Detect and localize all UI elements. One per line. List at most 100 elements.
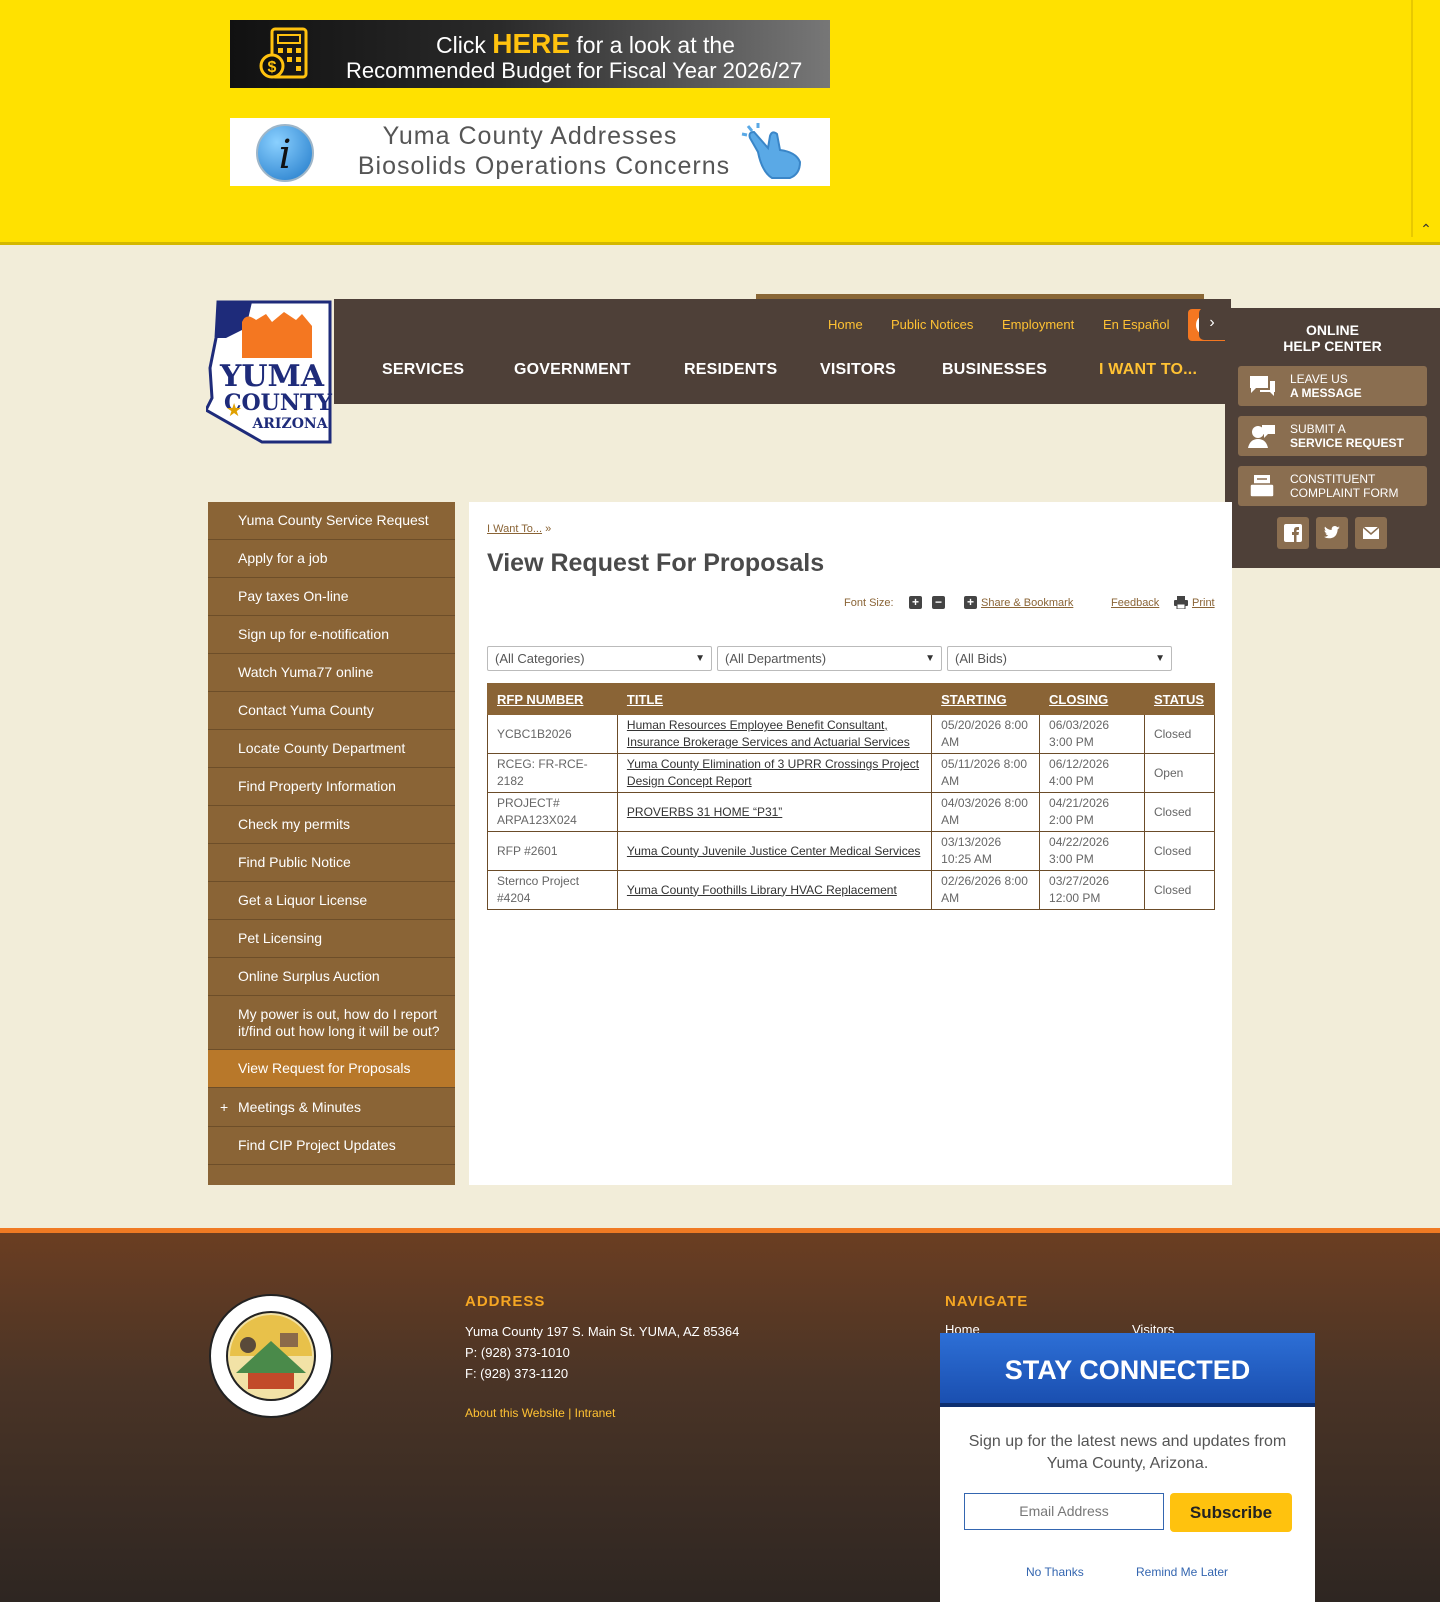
rfp-title-link[interactable]: Yuma County Foothills Library HVAC Repla… — [616, 870, 933, 910]
submit-service-request-button[interactable]: SUBMIT A SERVICE REQUEST — [1238, 416, 1427, 456]
sidebar-item-e-notification[interactable]: Sign up for e-notification — [208, 616, 455, 654]
print-link[interactable]: Print — [1192, 597, 1215, 609]
phone-text: P: (928) 373-1010 — [465, 1345, 570, 1360]
sidebar-item-label: Meetings & Minutes — [238, 1098, 361, 1115]
top-banner: ⌃ $ Click HERE for a look at the Recomme… — [0, 0, 1440, 245]
closing-cell: 04/21/2026 2:00 PM — [1039, 792, 1145, 832]
starting-cell: 02/26/2026 8:00 AM — [931, 870, 1041, 910]
rfp-title-link[interactable]: Yuma County Elimination of 3 UPRR Crossi… — [616, 753, 933, 793]
rfp-title-link[interactable]: Human Resources Employee Benefit Consult… — [616, 714, 933, 754]
rfp-number-cell: YCBC1B2026 — [487, 714, 618, 754]
twitter-icon[interactable] — [1316, 517, 1348, 549]
sidebar-item-service-request[interactable]: Yuma County Service Request — [208, 502, 455, 540]
feedback-link[interactable]: Feedback — [1111, 597, 1159, 609]
sidebar-item-contact[interactable]: Contact Yuma County — [208, 692, 455, 730]
sidebar-item-locate-department[interactable]: Locate County Department — [208, 730, 455, 768]
column-header-closing[interactable]: CLOSING — [1039, 683, 1145, 715]
rfp-title-link[interactable]: PROVERBS 31 HOME “P31” — [616, 792, 933, 832]
department-select[interactable]: (All Departments) ▼ — [717, 646, 942, 671]
closing-cell: 03/27/2026 12:00 PM — [1039, 870, 1145, 910]
sidebar-item-watch-yuma77[interactable]: Watch Yuma77 online — [208, 654, 455, 692]
chevron-down-icon: ▼ — [695, 653, 705, 664]
complaint-form-button[interactable]: CONSTITUENT COMPLAINT FORM — [1238, 466, 1427, 506]
status-cell: Closed — [1143, 714, 1216, 754]
column-header-rfp-number[interactable]: RFP NUMBER — [487, 683, 618, 715]
column-header-status[interactable]: STATUS — [1143, 683, 1216, 715]
sidebar-item-view-rfp[interactable]: View Request for Proposals — [208, 1050, 455, 1088]
about-website-link[interactable]: About this Website — [465, 1406, 565, 1420]
table-row: RFP #2601 Yuma County Juvenile Justice C… — [487, 831, 1216, 871]
chevron-right-icon[interactable]: › — [1199, 308, 1225, 340]
expand-plus-icon[interactable]: + — [220, 1099, 228, 1116]
util-link-public-notices[interactable]: Public Notices — [891, 317, 973, 332]
sidebar-item-power-outage[interactable]: My power is out, how do I report it/find… — [208, 996, 455, 1050]
nav-government[interactable]: GOVERNMENT — [514, 361, 631, 379]
sidebar-item-pet-licensing[interactable]: Pet Licensing — [208, 920, 455, 958]
sidebar-item-apply-job[interactable]: Apply for a job — [208, 540, 455, 578]
share-plus-icon: + — [964, 596, 977, 609]
leave-message-button[interactable]: LEAVE US A MESSAGE — [1238, 366, 1427, 406]
status-cell: Closed — [1143, 831, 1216, 871]
nav-i-want-to[interactable]: I WANT TO... — [1099, 361, 1197, 379]
no-thanks-link[interactable]: No Thanks — [1026, 1565, 1084, 1579]
facebook-icon[interactable] — [1277, 517, 1309, 549]
printer-icon[interactable] — [1174, 596, 1188, 609]
sidebar-item-property-info[interactable]: Find Property Information — [208, 768, 455, 806]
sidebar-item-liquor-license[interactable]: Get a Liquor License — [208, 882, 455, 920]
budget-promo-line1: Click HERE for a look at the — [436, 28, 735, 59]
footer-link-separator: | — [568, 1406, 572, 1420]
budget-promo-link[interactable]: $ Click HERE for a look at the Recommend… — [230, 20, 830, 88]
table-row: PROJECT# ARPA123X024 PROVERBS 31 HOME “P… — [487, 792, 1216, 832]
stay-connected-popup: STAY CONNECTED Sign up for the latest ne… — [940, 1333, 1315, 1602]
sidebar-item-cip-updates[interactable]: Find CIP Project Updates — [208, 1127, 455, 1165]
bids-select[interactable]: (All Bids) ▼ — [947, 646, 1172, 671]
email-icon[interactable] — [1355, 517, 1387, 549]
support-person-icon — [1248, 425, 1275, 448]
rfp-number-cell: Sternco Project #4204 — [487, 870, 618, 910]
page-title: View Request For Proposals — [487, 549, 825, 577]
closing-cell: 06/12/2026 4:00 PM — [1039, 753, 1145, 793]
util-link-employment[interactable]: Employment — [1002, 317, 1074, 332]
sidebar-item-surplus-auction[interactable]: Online Surplus Auction — [208, 958, 455, 996]
yuma-county-logo[interactable]: YUMA COUNTY ARIZONA ★ — [206, 298, 334, 446]
email-input[interactable]: Email Address — [964, 1493, 1164, 1530]
star-icon: ★ — [226, 400, 242, 420]
breadcrumb-link-i-want-to[interactable]: I Want To... — [487, 523, 542, 535]
share-bookmark-link[interactable]: Share & Bookmark — [981, 597, 1073, 609]
status-cell: Closed — [1143, 870, 1216, 910]
table-row: RCEG: FR-RCE-2182 Yuma County Eliminatio… — [487, 753, 1216, 793]
nav-businesses[interactable]: BUSINESSES — [942, 361, 1047, 379]
sidebar-item-public-notice[interactable]: Find Public Notice — [208, 844, 455, 882]
chevron-up-icon[interactable]: ⌃ — [1416, 219, 1436, 239]
breadcrumb-separator: » — [545, 523, 552, 535]
column-header-starting[interactable]: STARTING — [931, 683, 1041, 715]
document-form-icon — [1249, 475, 1275, 498]
status-cell: Open — [1143, 753, 1216, 793]
column-header-title[interactable]: TITLE — [616, 683, 933, 715]
banner-divider — [1411, 0, 1413, 237]
fax-text: F: (928) 373-1120 — [465, 1366, 569, 1381]
util-link-espanol[interactable]: En Español — [1103, 317, 1170, 332]
biosolids-promo-link[interactable]: i Yuma County Addresses Biosolids Operat… — [230, 118, 830, 186]
rfp-title-link[interactable]: Yuma County Juvenile Justice Center Medi… — [616, 831, 933, 871]
starting-cell: 04/03/2026 8:00 AM — [931, 792, 1041, 832]
category-select[interactable]: (All Categories) ▼ — [487, 646, 712, 671]
help-center-title: ONLINE HELP CENTER — [1283, 322, 1382, 354]
font-decrease-button[interactable]: − — [932, 596, 945, 609]
util-link-home[interactable]: Home — [828, 317, 863, 332]
remind-later-link[interactable]: Remind Me Later — [1136, 1565, 1228, 1579]
logo-text-arizona: ARIZONA — [251, 416, 328, 432]
font-increase-button[interactable]: + — [909, 596, 922, 609]
nav-residents[interactable]: RESIDENTS — [684, 361, 777, 379]
nav-services[interactable]: SERVICES — [382, 361, 464, 379]
subscribe-button[interactable]: Subscribe — [1170, 1493, 1292, 1532]
main-content: I Want To... » View Request For Proposal… — [469, 502, 1232, 1185]
intranet-link[interactable]: Intranet — [575, 1406, 616, 1420]
nav-visitors[interactable]: VISITORS — [820, 361, 896, 379]
rfp-table: RFP NUMBER TITLE STARTING CLOSING STATUS… — [487, 683, 1216, 910]
status-cell: Closed — [1143, 792, 1216, 832]
sidebar-item-permits[interactable]: Check my permits — [208, 806, 455, 844]
sidebar-item-pay-taxes[interactable]: Pay taxes On-line — [208, 578, 455, 616]
rfp-number-cell: RFP #2601 — [487, 831, 618, 871]
sidebar-item-meetings[interactable]: + Meetings & Minutes — [208, 1088, 455, 1127]
